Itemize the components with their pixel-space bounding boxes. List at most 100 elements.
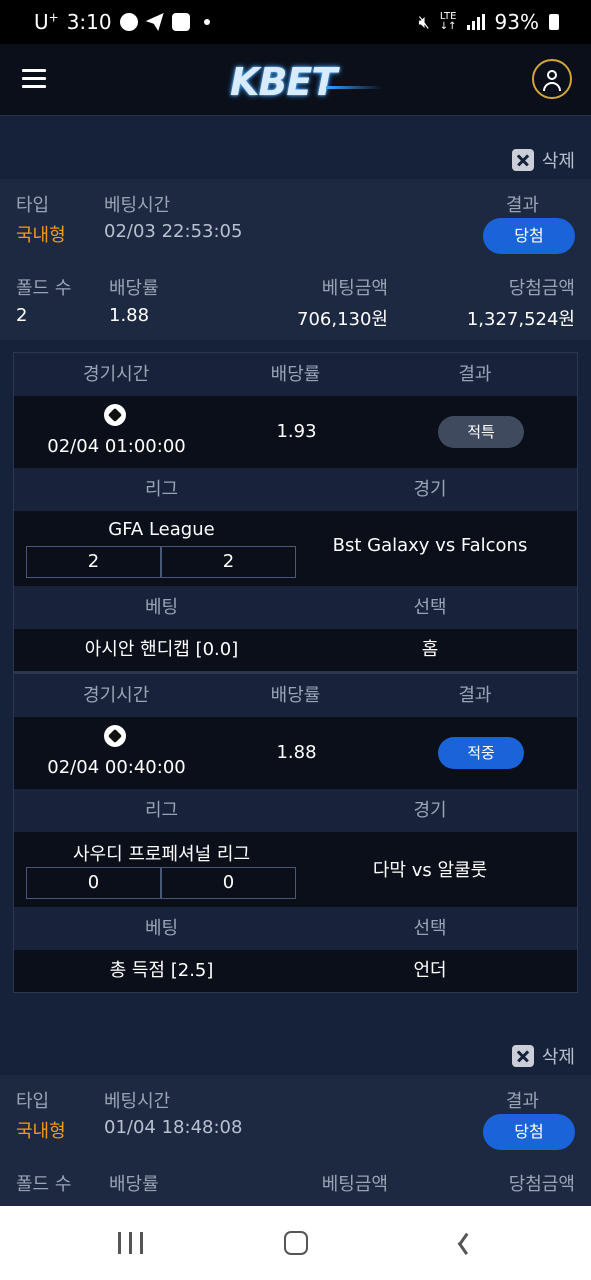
type-value: 국내형: [16, 225, 66, 246]
game-odds-header: 배당률: [270, 364, 321, 385]
recent-apps-icon[interactable]: [118, 1232, 144, 1254]
type-label: 타입: [16, 195, 50, 216]
game-result-header: 결과: [458, 685, 492, 706]
signal-icon: [466, 14, 485, 30]
game-row: 02/04 00:40:00 1.88 적중: [14, 717, 577, 789]
back-icon[interactable]: [454, 1232, 470, 1254]
bet-row: 아시안 핸디캡 [0.0] 홈: [14, 629, 577, 671]
game-details: 경기시간 배당률 결과 02/04 01:00:00 1.93 적특 리그 경기…: [13, 352, 578, 993]
system-nav-bar: [0, 1206, 591, 1280]
result-badge: 당첨: [483, 218, 575, 254]
home-icon[interactable]: [284, 1231, 308, 1255]
chat-bubble-icon: [119, 13, 138, 31]
win-amount-label: 당첨금액: [508, 278, 575, 299]
league-name: GFA League: [108, 519, 215, 540]
type-value: 국내형: [16, 1121, 66, 1142]
status-bar: U+ 3:10 🔇︎ LTE ↓↑ 93%: [0, 0, 591, 44]
app-header: KBET: [0, 44, 591, 116]
result-label: 결과: [505, 195, 539, 216]
mute-icon: 🔇︎: [418, 11, 430, 33]
delete-label: 삭제: [541, 151, 575, 172]
gallery-icon: [171, 13, 190, 31]
status-time: 3:10: [66, 10, 112, 34]
bet-amount-value: 706,130원: [297, 309, 388, 330]
game-time-header: 경기시간: [83, 685, 150, 706]
home-score: 2: [26, 546, 161, 578]
bet-header-row: 베팅 선택: [14, 586, 577, 629]
home-score: 0: [26, 867, 161, 899]
bet-time-label: 베팅시간: [104, 195, 171, 216]
bet-pick: 언더: [413, 960, 447, 981]
delete-label: 삭제: [541, 1047, 575, 1068]
game-time-header: 경기시간: [83, 364, 150, 385]
league-header: 리그: [144, 800, 179, 821]
bet-time-label: 베팅시간: [104, 1091, 171, 1112]
bet-header: 베팅: [144, 918, 179, 939]
bet-header: 베팅: [144, 597, 179, 618]
match-name: 다막 vs 알쿨룻: [372, 860, 488, 881]
game-odds-header: 배당률: [270, 685, 321, 706]
folds-label: 폴드 수: [16, 1174, 72, 1195]
game-row: 02/04 01:00:00 1.93 적특: [14, 396, 577, 468]
folds-label: 폴드 수: [16, 278, 72, 299]
away-score: 0: [161, 867, 296, 899]
lte-icon: LTE ↓↑: [439, 11, 457, 32]
logo-text: KBET: [230, 60, 337, 104]
delete-button[interactable]: 삭제: [511, 1043, 575, 1069]
slip-summary: 타입 베팅시간 결과 국내형 02/03 22:53:05 당첨 폴드 수 배당…: [0, 179, 591, 340]
bet-amount-label: 베팅금액: [321, 1174, 388, 1195]
match-header: 경기: [413, 479, 447, 500]
league-header-row: 리그 경기: [14, 468, 577, 511]
league-header-row: 리그 경기: [14, 789, 577, 832]
bet-history-list[interactable]: 삭제 타입 베팅시간 결과 국내형 02/03 22:53:05 당첨 폴드 수…: [0, 117, 591, 1206]
soccer-ball-icon: [104, 725, 126, 747]
telegram-icon: [145, 13, 164, 31]
bet-time-value: 01/04 18:48:08: [104, 1117, 243, 1138]
notification-dot-icon: [203, 19, 210, 25]
game-time: 02/04 01:00:00: [47, 436, 186, 457]
delete-button[interactable]: 삭제: [511, 147, 575, 173]
game-result-badge: 적중: [438, 737, 524, 769]
game-odds: 1.93: [276, 421, 317, 442]
close-icon: [511, 149, 534, 171]
league-row: GFA League 2 2 Bst Galaxy vs Falcons: [14, 511, 577, 586]
type-label: 타입: [16, 1091, 50, 1112]
folds-value: 2: [16, 305, 28, 326]
bet-pick: 홈: [421, 639, 439, 660]
logo-swoosh: [326, 86, 382, 89]
win-amount-value: 1,327,524원: [466, 309, 575, 330]
league-row: 사우디 프로페셔널 리그 0 0 다막 vs 알쿨룻: [14, 832, 577, 907]
result-label: 결과: [505, 1091, 539, 1112]
match-header: 경기: [413, 800, 447, 821]
hamburger-icon[interactable]: [22, 69, 46, 89]
bet-amount-label: 베팅금액: [321, 278, 388, 299]
bet-slip: 삭제 타입 베팅시간 결과 국내형 01/04 18:48:08 당첨 폴드 수…: [0, 1013, 591, 1206]
bet-type: 총 득점 [2.5]: [109, 960, 214, 981]
league-header: 리그: [144, 479, 179, 500]
bet-type: 아시안 핸디캡 [0.0]: [84, 639, 239, 660]
bet-header-row: 베팅 선택: [14, 907, 577, 950]
match-name: Bst Galaxy vs Falcons: [332, 535, 528, 556]
game-header-row: 경기시간 배당률 결과: [14, 674, 577, 717]
user-icon[interactable]: [532, 59, 572, 99]
game-result-header: 결과: [458, 364, 492, 385]
game-header-row: 경기시간 배당률 결과: [14, 353, 577, 396]
battery-percent: 93%: [494, 10, 539, 34]
slip-summary: 타입 베팅시간 결과 국내형 01/04 18:48:08 당첨 폴드 수 배당…: [0, 1075, 591, 1206]
close-icon: [511, 1045, 534, 1067]
away-score: 2: [161, 546, 296, 578]
carrier-label: U+: [34, 10, 59, 34]
bet-slip: 삭제 타입 베팅시간 결과 국내형 02/03 22:53:05 당첨 폴드 수…: [0, 117, 591, 993]
game-time: 02/04 00:40:00: [47, 757, 186, 778]
league-name: 사우디 프로페셔널 리그: [72, 844, 251, 865]
result-badge: 당첨: [483, 1114, 575, 1150]
pick-header: 선택: [413, 597, 447, 618]
game-odds: 1.88: [276, 742, 317, 763]
pick-header: 선택: [413, 918, 447, 939]
game-result-badge: 적특: [438, 416, 524, 448]
kbet-logo[interactable]: KBET: [230, 54, 382, 106]
battery-icon: [549, 14, 559, 30]
bet-time-value: 02/03 22:53:05: [104, 221, 243, 242]
soccer-ball-icon: [104, 404, 126, 426]
odds-value: 1.88: [109, 305, 150, 326]
